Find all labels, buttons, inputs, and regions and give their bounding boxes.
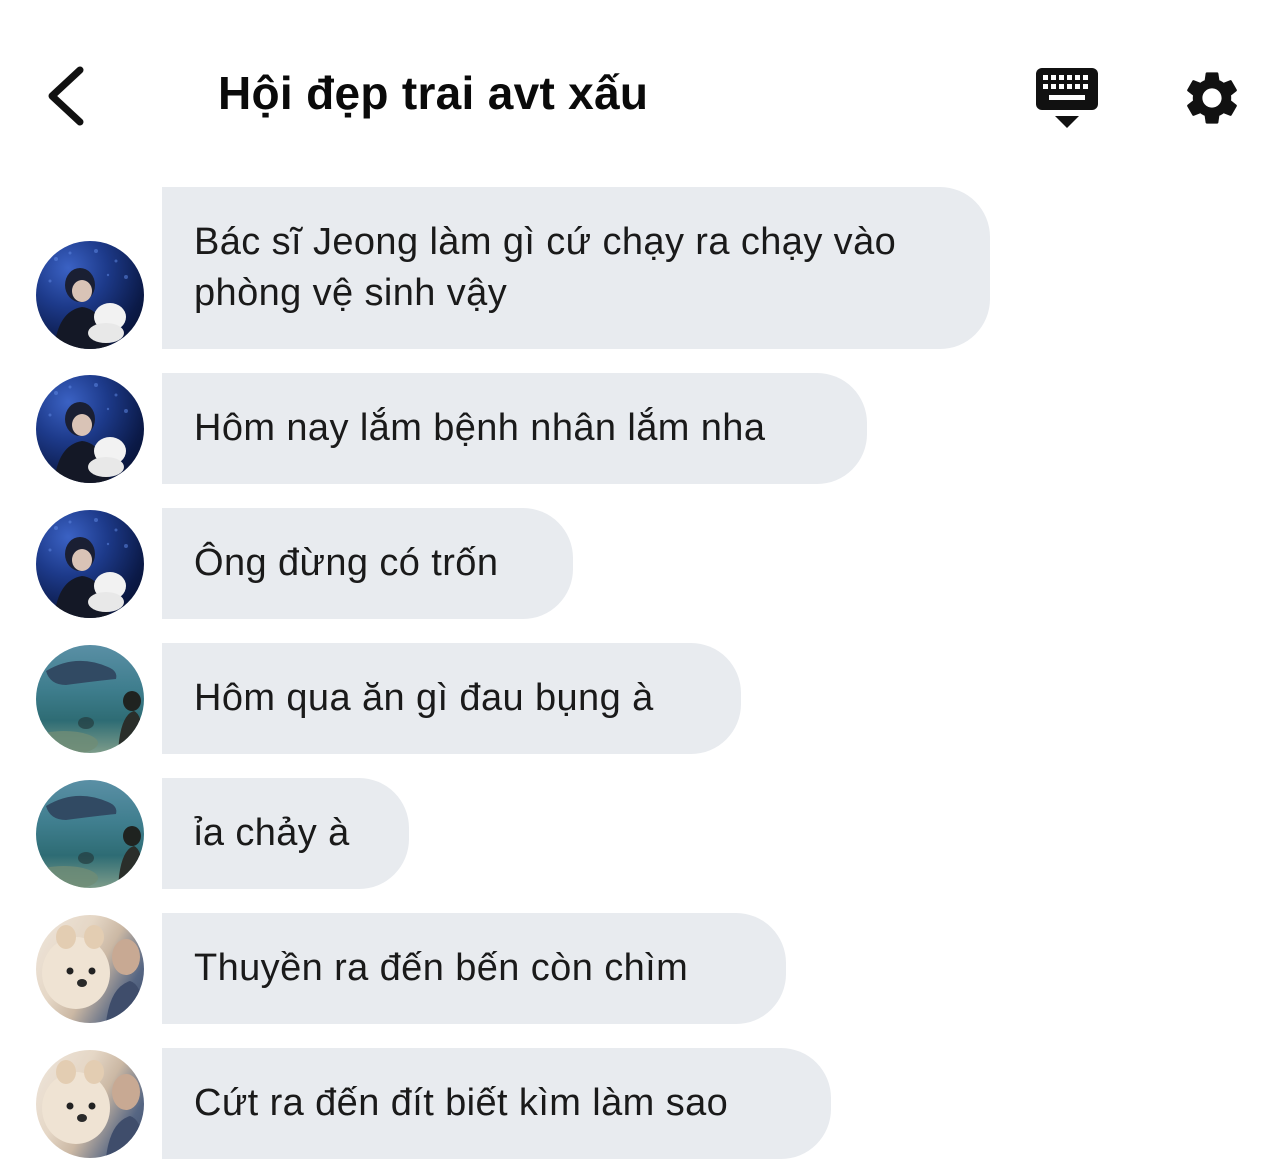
avatar[interactable] bbox=[36, 780, 144, 888]
message-text: Ông đừng có trốn bbox=[194, 542, 499, 584]
avatar-photo bbox=[36, 660, 144, 753]
message-text: Hôm nay lắm bệnh nhân lắm nha bbox=[194, 407, 766, 449]
message-text: Thuyền ra đến bến còn chìm bbox=[194, 947, 689, 989]
avatar-photo bbox=[48, 249, 128, 349]
avatar[interactable] bbox=[36, 1050, 144, 1158]
avatar[interactable] bbox=[36, 241, 144, 349]
avatar-photo bbox=[48, 518, 128, 618]
message-bubble[interactable]: Hôm nay lắm bệnh nhân lắm nha bbox=[162, 373, 867, 484]
message-bubble[interactable]: ỉa chảy à bbox=[162, 778, 409, 889]
message-bubble[interactable]: Thuyền ra đến bến còn chìm bbox=[162, 913, 786, 1024]
message-bubble[interactable]: Bác sĩ Jeong làm gì cứ chạy ra chạy vào … bbox=[162, 187, 990, 349]
avatar-photo bbox=[42, 1060, 144, 1158]
avatar-photo bbox=[42, 925, 144, 1023]
message-text: Bác sĩ Jeong làm gì cứ chạy ra chạy vào … bbox=[194, 221, 897, 314]
avatar[interactable] bbox=[36, 645, 144, 753]
message-text: Hôm qua ăn gì đau bụng à bbox=[194, 677, 654, 719]
message-bubble[interactable]: Ông đừng có trốn bbox=[162, 508, 573, 619]
avatar[interactable] bbox=[36, 915, 144, 1023]
message-text: ỉa chảy à bbox=[194, 812, 350, 854]
message-list: Bác sĩ Jeong làm gì cứ chạy ra chạy vào … bbox=[0, 0, 1284, 1170]
message-bubble[interactable]: Cứt ra đến đít biết kìm làm sao bbox=[162, 1048, 831, 1159]
message-bubble[interactable]: Hôm qua ăn gì đau bụng à bbox=[162, 643, 741, 754]
avatar[interactable] bbox=[36, 375, 144, 483]
avatar-photo bbox=[48, 383, 128, 483]
avatar-photo bbox=[36, 795, 144, 888]
message-text: Cứt ra đến đít biết kìm làm sao bbox=[194, 1082, 729, 1124]
avatar[interactable] bbox=[36, 510, 144, 618]
